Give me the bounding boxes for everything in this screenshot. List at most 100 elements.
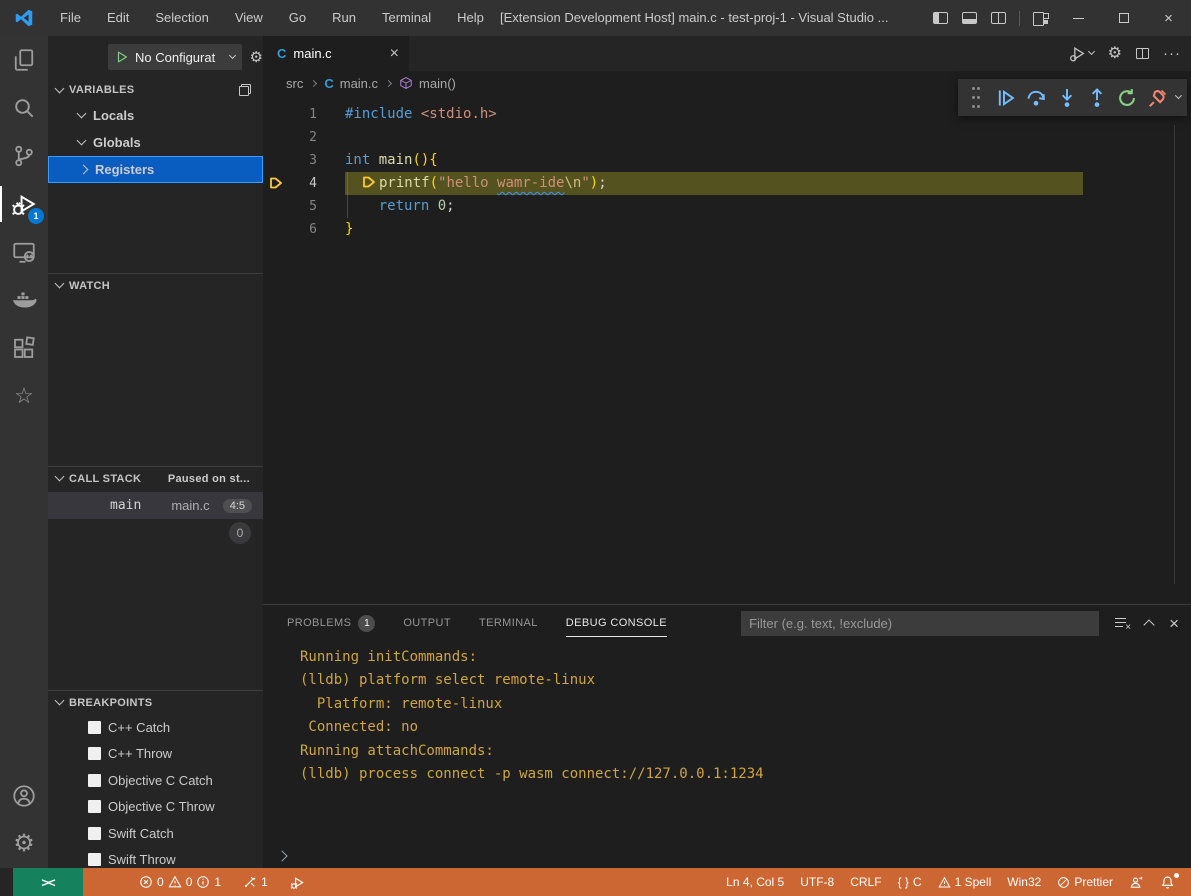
breakpoints-section-header[interactable]: BREAKPOINTS <box>48 690 263 714</box>
variables-section-header[interactable]: VARIABLES <box>48 78 263 102</box>
platform-status[interactable]: Win32 <box>999 868 1049 896</box>
debug-console-output[interactable]: Running initCommands:(lldb) platform sel… <box>263 641 1191 868</box>
breadcrumb-symbol[interactable]: main() <box>419 76 456 91</box>
chevron-down-icon[interactable] <box>1175 92 1182 99</box>
menu-item[interactable]: Run <box>319 0 369 36</box>
watch-section-header[interactable]: WATCH <box>48 273 263 297</box>
copy-icon[interactable] <box>239 84 251 96</box>
sidebar-item-source-control[interactable] <box>0 132 48 180</box>
start-debug-icon[interactable] <box>115 50 129 64</box>
menu-item[interactable]: Terminal <box>369 0 444 36</box>
panel-tab[interactable]: OUTPUT <box>403 605 451 641</box>
continue-button[interactable] <box>994 85 1017 111</box>
customize-layout-icon[interactable] <box>1033 12 1049 25</box>
sidebar-item-extensions[interactable] <box>0 324 48 372</box>
sidebar-item-favorites[interactable]: ☆ <box>0 372 48 420</box>
spell-checker-status[interactable]: 1 Spell <box>930 868 1000 896</box>
sidebar-item-docker[interactable] <box>0 276 48 324</box>
breakpoint-item[interactable]: Swift Catch <box>48 820 263 847</box>
debug-config-dropdown[interactable]: No Configurat <box>108 44 242 70</box>
menu-item[interactable]: File <box>47 0 94 36</box>
code-line[interactable]: 4printf("hello wamr-ide\n"); <box>263 172 1191 195</box>
maximize-panel-icon[interactable] <box>1143 619 1154 630</box>
toggle-sidebar-icon[interactable] <box>933 12 948 24</box>
breakpoint-item[interactable]: Swift Throw <box>48 847 263 869</box>
call-stack-frame-row[interactable]: main main.c 4:5 <box>48 492 263 519</box>
language-status[interactable]: { } C <box>890 868 930 896</box>
cursor-position[interactable]: Ln 4, Col 5 <box>718 868 792 896</box>
code-line[interactable]: 2 <box>263 126 1191 149</box>
problems-status[interactable]: 0 0 1 <box>131 868 229 896</box>
split-editor-icon[interactable] <box>1136 48 1149 59</box>
sidebar-item-run-and-debug[interactable]: 1 <box>0 180 48 228</box>
launch-config-gear-icon[interactable]: ⚙ <box>250 50 263 65</box>
breakpoint-item[interactable]: Objective C Catch <box>48 767 263 794</box>
variables-tree-item[interactable]: Registers <box>48 156 263 183</box>
eol-status[interactable]: CRLF <box>842 868 889 896</box>
line-number[interactable]: 1 <box>263 103 317 126</box>
menu-item[interactable]: Go <box>276 0 319 36</box>
line-number[interactable]: 3 <box>263 149 317 172</box>
maximize-button[interactable] <box>1101 0 1146 36</box>
code-line[interactable]: 5 return 0; <box>263 195 1191 218</box>
console-filter-input[interactable] <box>741 611 1099 636</box>
call-stack-section-header[interactable]: CALL STACK Paused on st... <box>48 466 263 490</box>
menu-item[interactable]: Edit <box>94 0 142 36</box>
checkbox-icon[interactable] <box>88 747 101 760</box>
minimize-button[interactable] <box>1056 0 1101 36</box>
checkbox-icon[interactable] <box>88 774 101 787</box>
line-number[interactable]: 2 <box>263 126 317 149</box>
step-out-button[interactable] <box>1085 85 1108 111</box>
breakpoint-item[interactable]: Objective C Throw <box>48 794 263 821</box>
variables-tree-item[interactable]: Globals <box>48 129 263 156</box>
breakpoint-item[interactable]: C++ Catch <box>48 714 263 741</box>
toolchain-status[interactable]: 1 <box>235 868 276 896</box>
gear-icon[interactable]: ⚙ <box>1108 46 1122 62</box>
breakpoint-item[interactable]: C++ Throw <box>48 741 263 768</box>
remote-indicator[interactable]: >< <box>13 868 83 896</box>
drag-handle-icon[interactable] <box>964 85 987 111</box>
close-tab-icon[interactable]: × <box>390 46 399 62</box>
code-line[interactable]: 6} <box>263 218 1191 241</box>
breadcrumb-folder[interactable]: src <box>286 76 303 91</box>
debug-status[interactable] <box>282 868 313 896</box>
notifications-button[interactable] <box>1152 868 1183 896</box>
toggle-panel-icon[interactable] <box>962 12 977 24</box>
checkbox-icon[interactable] <box>88 721 101 734</box>
code-line[interactable]: 3int main(){ <box>263 149 1191 172</box>
panel-tab[interactable]: PROBLEMS 1 <box>287 605 375 641</box>
menu-item[interactable]: View <box>222 0 276 36</box>
accounts-button[interactable] <box>0 772 48 820</box>
restart-button[interactable] <box>1116 85 1139 111</box>
checkbox-icon[interactable] <box>88 853 101 866</box>
sidebar-item-remote-explorer[interactable] <box>0 228 48 276</box>
encoding-status[interactable]: UTF-8 <box>792 868 842 896</box>
sidebar-item-search[interactable] <box>0 84 48 132</box>
settings-button[interactable]: ⚙ <box>0 820 48 868</box>
step-over-button[interactable] <box>1025 85 1048 111</box>
feedback-button[interactable] <box>1121 868 1152 896</box>
checkbox-icon[interactable] <box>88 827 101 840</box>
variables-tree-item[interactable]: Locals <box>48 102 263 129</box>
checkbox-icon[interactable] <box>88 800 101 813</box>
panel-tab[interactable]: DEBUG CONSOLE <box>566 605 667 641</box>
tab-main-c[interactable]: C main.c × <box>263 36 409 71</box>
more-actions-icon[interactable]: ··· <box>1163 45 1181 62</box>
clear-console-icon[interactable] <box>1115 617 1129 629</box>
menu-item[interactable]: Selection <box>142 0 221 36</box>
close-panel-icon[interactable]: × <box>1169 615 1179 632</box>
close-button[interactable]: × <box>1146 0 1191 36</box>
console-prompt-icon[interactable] <box>276 850 287 861</box>
step-into-button[interactable] <box>1055 85 1078 111</box>
panel-tab[interactable]: TERMINAL <box>479 605 538 641</box>
breadcrumb-file[interactable]: main.c <box>340 76 378 91</box>
sidebar-item-explorer[interactable] <box>0 36 48 84</box>
toggle-secondary-sidebar-icon[interactable] <box>991 12 1006 24</box>
formatter-status[interactable]: Prettier <box>1049 868 1121 896</box>
code-editor[interactable]: 1#include <stdio.h>23int main(){4printf(… <box>263 95 1191 604</box>
menu-item[interactable]: Help <box>444 0 497 36</box>
line-number[interactable]: 6 <box>263 218 317 241</box>
line-number[interactable]: 5 <box>263 195 317 218</box>
run-or-debug-button[interactable] <box>1069 45 1094 62</box>
disconnect-button[interactable] <box>1146 85 1169 111</box>
